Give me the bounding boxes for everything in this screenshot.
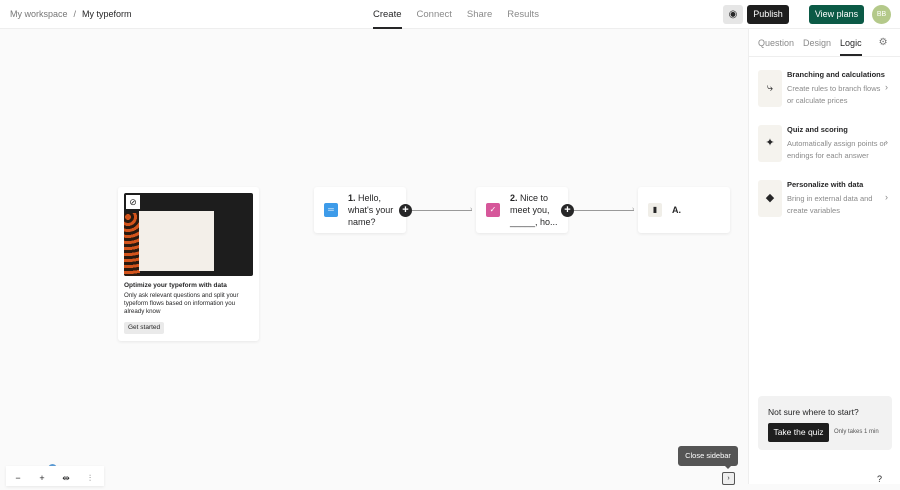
fit-width-icon[interactable]: ⇹: [54, 466, 78, 486]
short-text-icon: ═: [324, 203, 338, 217]
zoom-controls: − + ⇹ ⫶: [6, 466, 104, 486]
connector: [412, 210, 472, 211]
tooltip-arrow: [725, 466, 731, 469]
ending-icon: ▮: [648, 203, 662, 217]
promo-card: ⊘ Optimize your typeform with data Only …: [118, 187, 259, 341]
tab-logic[interactable]: Logic: [840, 29, 862, 56]
preview-eye-icon[interactable]: ◉: [723, 5, 743, 24]
add-after-1-button[interactable]: +: [399, 204, 412, 217]
item-desc: Create rules to branch flows or calculat…: [787, 84, 881, 105]
gear-icon[interactable]: ⚙: [879, 29, 888, 56]
branch-icon: ⤷: [758, 70, 782, 107]
node-number: A.: [672, 205, 681, 215]
promo-title: Optimize your typeform with data: [124, 282, 227, 289]
top-bar: My workspace / My typeform Create Connect …: [0, 0, 900, 29]
item-title: Quiz and scoring: [787, 125, 848, 134]
quiz-promo: Not sure where to start? Take the quiz O…: [758, 396, 892, 450]
chevron-right-icon: ›: [885, 137, 888, 147]
node-number: 2.: [510, 193, 518, 203]
breadcrumb: My workspace / My typeform: [10, 9, 132, 19]
question-node-2[interactable]: ✓ 2. Nice to meet you, _____, ho...: [476, 187, 568, 233]
preview-window: [139, 211, 214, 271]
item-title: Branching and calculations: [787, 70, 885, 79]
adjust-icon[interactable]: ⫶: [78, 466, 102, 486]
node-text: A.: [672, 204, 724, 216]
chevron-right-icon: ›: [885, 192, 888, 202]
tag-icon: ◆: [758, 180, 782, 217]
node-label: Nice to meet you, _____, ho...: [510, 193, 558, 227]
tab-question[interactable]: Question: [758, 29, 794, 56]
checkbox-icon: ✓: [486, 203, 500, 217]
tab-design[interactable]: Design: [803, 29, 831, 56]
main-tabs: Create Connect Share Results: [373, 0, 554, 29]
add-after-2-button[interactable]: +: [561, 204, 574, 217]
tab-share[interactable]: Share: [467, 0, 492, 29]
quiz-note: Only takes 1 min: [834, 429, 879, 435]
promo-desc: Only ask relevant questions and split yo…: [124, 292, 239, 315]
node-text: 2. Nice to meet you, _____, ho...: [510, 192, 562, 228]
tab-results[interactable]: Results: [507, 0, 539, 29]
close-sidebar-icon[interactable]: ›: [722, 472, 735, 485]
get-started-button[interactable]: Get started: [124, 322, 165, 334]
tooltip: Close sidebar: [678, 446, 738, 466]
logo-icon: ⊘: [126, 195, 140, 209]
question-node-1[interactable]: ═ 1. Hello, what's your name?: [314, 187, 406, 233]
breadcrumb-form[interactable]: My typeform: [82, 9, 132, 19]
breadcrumb-separator: /: [73, 9, 77, 19]
publish-button[interactable]: Publish: [747, 5, 789, 24]
sidebar-tabs: Question Design Logic ⚙: [749, 29, 900, 57]
zoom-out-icon[interactable]: −: [6, 466, 30, 486]
take-quiz-button[interactable]: Take the quiz: [768, 423, 829, 442]
zoom-in-icon[interactable]: +: [30, 466, 54, 486]
node-text: 1. Hello, what's your name?: [348, 192, 400, 228]
tab-create[interactable]: Create: [373, 0, 402, 29]
quiz-question: Not sure where to start?: [768, 407, 859, 417]
ending-node[interactable]: ▮ A.: [638, 187, 730, 233]
sparkle-icon: ✦: [758, 125, 782, 162]
breadcrumb-workspace[interactable]: My workspace: [10, 9, 68, 19]
node-number: 1.: [348, 193, 356, 203]
promo-image: ⊘: [124, 193, 253, 276]
item-desc: Automatically assign points or endings f…: [787, 139, 887, 160]
view-plans-button[interactable]: View plans: [809, 5, 864, 24]
arrow-icon: ›: [632, 206, 635, 213]
help-button[interactable]: ?: [877, 474, 882, 484]
avatar[interactable]: BB: [872, 5, 891, 24]
chevron-right-icon: ›: [885, 82, 888, 92]
item-desc: Bring in external data and create variab…: [787, 194, 873, 215]
arrow-icon: ›: [470, 206, 473, 213]
sidebar: Question Design Logic ⚙ ⤷ Branching and …: [748, 29, 900, 484]
tab-connect[interactable]: Connect: [417, 0, 452, 29]
flowers-image: [124, 213, 140, 276]
connector: [574, 210, 634, 211]
item-title: Personalize with data: [787, 180, 864, 189]
